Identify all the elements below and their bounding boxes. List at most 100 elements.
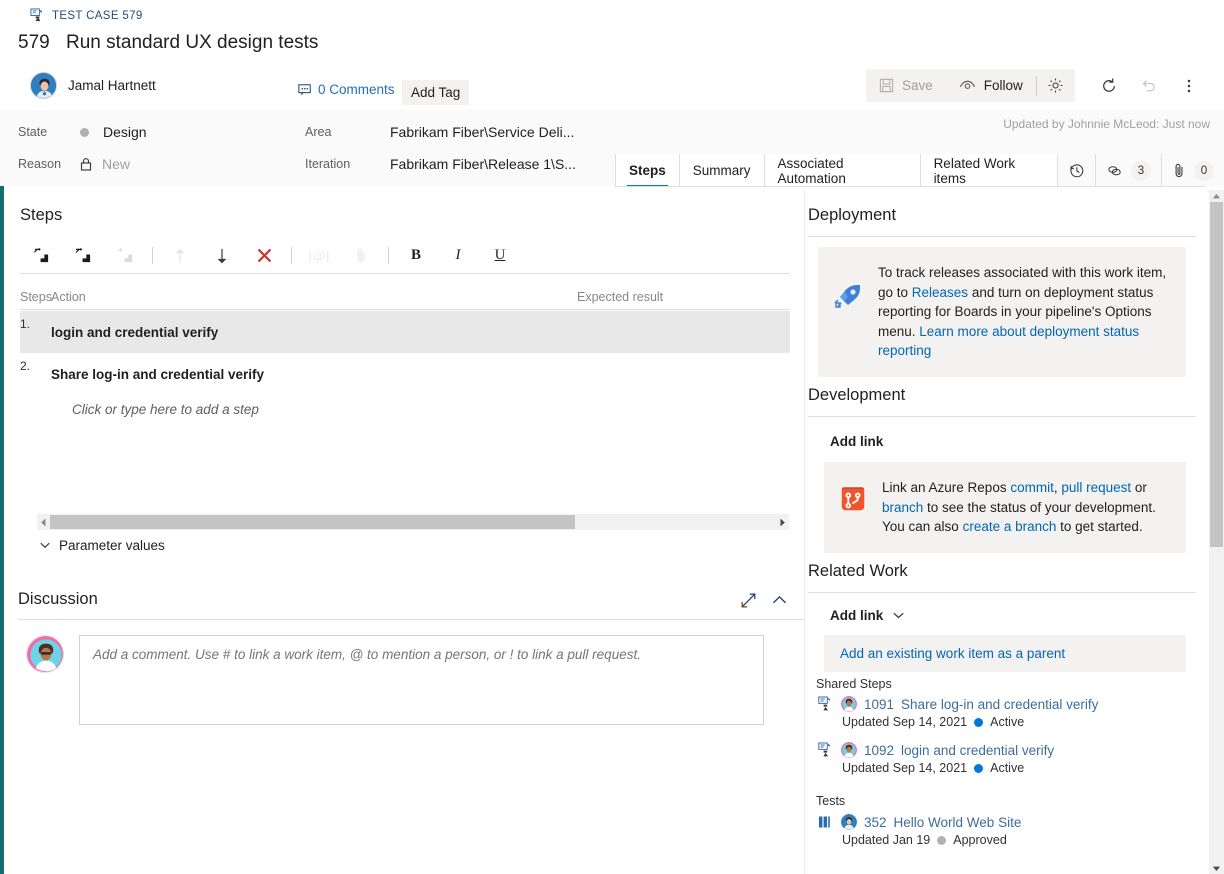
discussion-actions (740, 592, 788, 614)
related-work-divider (808, 592, 1196, 593)
italic-icon[interactable]: I (437, 241, 479, 271)
scrollbar-thumb[interactable] (1210, 202, 1223, 547)
step-action[interactable]: Share log-in and credential verify (51, 367, 264, 382)
more-actions-button[interactable] (1169, 69, 1209, 102)
create-shared-step-icon (104, 241, 146, 271)
chevron-up-icon[interactable] (771, 592, 788, 614)
releases-link[interactable]: Releases (912, 285, 968, 300)
parameter-values-toggle[interactable]: Parameter values (40, 538, 165, 553)
table-row[interactable]: 1. login and credential verify (20, 311, 790, 353)
settings-button[interactable] (1036, 69, 1075, 102)
tab-summary-label: Summary (692, 163, 751, 178)
refresh-button[interactable] (1089, 69, 1129, 102)
tab-history[interactable] (1058, 154, 1096, 187)
tab-summary[interactable]: Summary (679, 154, 765, 187)
related-item-row[interactable]: 1091 Share log-in and credential verify (818, 696, 1098, 712)
save-label: Save (902, 78, 933, 93)
field-reason: Reason New (18, 156, 130, 172)
steps-heading: Steps (20, 206, 63, 224)
commit-link[interactable]: commit (1010, 480, 1054, 495)
insert-shared-step-icon[interactable] (62, 241, 104, 271)
branch-link[interactable]: branch (882, 500, 923, 515)
move-down-icon[interactable] (201, 241, 243, 271)
avatar (841, 742, 857, 758)
add-parent-work-item-link[interactable]: Add an existing work item as a parent (824, 635, 1186, 672)
lock-icon (80, 158, 92, 171)
expand-diagonal-icon[interactable] (740, 592, 757, 614)
related-item-title[interactable]: login and credential verify (901, 743, 1054, 758)
follow-button[interactable]: Follow (946, 69, 1036, 102)
related-item-row[interactable]: 352 Hello World Web Site (818, 814, 1021, 830)
status-dot (974, 763, 984, 773)
page-vertical-scrollbar[interactable] (1209, 190, 1224, 874)
underline-icon[interactable]: U (479, 241, 521, 271)
scroll-left-arrow[interactable] (37, 514, 50, 530)
field-state[interactable]: State Design (18, 124, 147, 140)
add-step-placeholder[interactable]: Click or type here to add a step (72, 402, 259, 417)
attach-file-icon (340, 241, 382, 271)
tab-associated-automation-label: Associated Automation (777, 155, 846, 186)
avatar (841, 696, 857, 712)
delete-step-icon[interactable] (243, 241, 285, 271)
development-info-text: Link an Azure Repos commit, pull request… (882, 478, 1168, 537)
steps-pane: Steps [@] B I U Steps Action Expected re… (4, 190, 804, 874)
create-a-branch-link[interactable]: create a branch (963, 519, 1057, 534)
development-add-link-button[interactable]: Add link (830, 434, 883, 449)
list-item[interactable]: 1092 login and credential verify Updated… (818, 742, 1054, 775)
bold-icon[interactable]: B (395, 241, 437, 271)
list-item[interactable]: 1091 Share log-in and credential verify … (818, 696, 1098, 729)
work-item-title[interactable]: Run standard UX design tests (66, 32, 318, 54)
related-item-id[interactable]: 1092 (864, 743, 894, 758)
area-value: Fabrikam Fiber\Service Deli... (390, 124, 575, 140)
tab-links[interactable]: 3 (1096, 154, 1162, 187)
tab-related-work-items[interactable]: Related Work items (920, 154, 1058, 187)
comments-link[interactable]: 0 Comments (298, 82, 395, 97)
scrollbar-thumb[interactable] (50, 515, 575, 529)
scroll-right-arrow[interactable] (776, 514, 789, 530)
discussion-divider (18, 619, 804, 620)
move-up-icon (159, 241, 201, 271)
add-tag-button[interactable]: Add Tag (402, 80, 470, 105)
scroll-up-arrow[interactable] (1209, 190, 1224, 202)
insert-step-icon[interactable] (20, 241, 62, 271)
related-work-add-link-button[interactable]: Add link (830, 608, 904, 623)
steps-horizontal-scrollbar[interactable] (37, 514, 789, 530)
comments-count-label: 0 Comments (318, 82, 395, 97)
deployment-info-card: To track releases associated with this w… (818, 247, 1186, 377)
updated-by-text: Updated by Johnnie McLeod: Just now (1003, 117, 1210, 131)
list-item[interactable]: 352 Hello World Web Site Updated Jan 19 … (818, 814, 1021, 847)
development-text-5: to get started. (1056, 519, 1143, 534)
save-icon (879, 78, 894, 93)
assignee-row[interactable]: Jamal Hartnett (30, 72, 156, 99)
table-row[interactable]: 2. Share log-in and credential verify (20, 353, 790, 395)
tab-associated-automation[interactable]: Associated Automation (764, 154, 921, 187)
discussion-heading: Discussion (18, 590, 98, 608)
work-item-header: TEST CASE 579 579 Run standard UX design… (0, 0, 1224, 110)
group-label-tests: Tests (816, 794, 846, 808)
save-button[interactable]: Save (866, 69, 946, 102)
related-item-id[interactable]: 352 (864, 815, 887, 830)
work-item-toolbar: Save Follow (866, 69, 1209, 102)
pull-request-link[interactable]: pull request (1061, 480, 1131, 495)
related-item-title[interactable]: Hello World Web Site (894, 815, 1022, 830)
test-plan-icon (819, 816, 830, 828)
related-item-row[interactable]: 1092 login and credential verify (818, 742, 1054, 758)
related-item-title[interactable]: Share log-in and credential verify (901, 697, 1098, 712)
scroll-down-arrow[interactable] (1209, 862, 1224, 874)
related-item-meta: Updated Jan 19 Approved (842, 833, 1021, 847)
bold-glyph: B (410, 247, 421, 263)
development-text-3: or (1131, 480, 1147, 495)
breadcrumb[interactable]: TEST CASE 579 (30, 8, 143, 23)
tab-steps[interactable]: Steps (615, 154, 680, 187)
field-area[interactable]: Area Fabrikam Fiber\Service Deli... (305, 124, 574, 140)
comment-input[interactable] (79, 635, 764, 725)
step-action[interactable]: login and credential verify (51, 325, 218, 340)
field-iteration[interactable]: Iteration Fabrikam Fiber\Release 1\S... (305, 156, 576, 172)
title-row: 579 Run standard UX design tests (18, 32, 318, 54)
avatar (30, 72, 57, 99)
tab-attachments[interactable]: 0 (1162, 154, 1224, 187)
undo-button[interactable] (1129, 69, 1169, 102)
attachment-paperclip-icon (1175, 163, 1183, 178)
related-item-id[interactable]: 1091 (864, 697, 894, 712)
insert-parameter-icon: [@] (308, 247, 330, 263)
